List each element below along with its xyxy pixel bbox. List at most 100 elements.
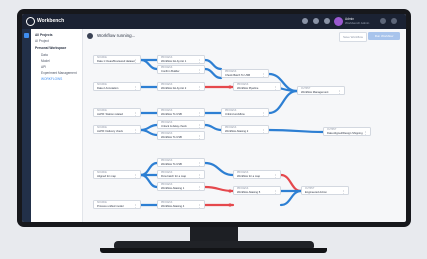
node-name: ALPR: Station related: [97, 113, 123, 117]
workflow-node[interactable]: PROCESS Workflow Aliasing 5 ⋮: [233, 186, 281, 195]
node-name: Process unified model: [97, 205, 124, 209]
edge: [203, 123, 223, 132]
node-kind: PROCESS: [161, 172, 173, 174]
workflow-node[interactable]: OUTPUT Engineered Action ⋮: [301, 186, 349, 195]
node-kind: PROCESS: [161, 133, 173, 135]
node-name: Workflow Aliasing 4: [161, 205, 185, 209]
node-kind: SOURCE: [97, 84, 107, 86]
workflow-node[interactable]: SOURCE ALPR: Delivery check ⋮: [93, 125, 141, 134]
node-menu-icon[interactable]: ⋮: [134, 112, 137, 116]
node-name: Confirm Builder: [161, 70, 180, 74]
node-menu-icon[interactable]: ⋮: [198, 135, 201, 139]
node-kind: PROCESS: [237, 84, 249, 86]
node-menu-icon[interactable]: ⋮: [198, 174, 201, 178]
node-kind: SOURCE: [97, 172, 107, 174]
node-name: Flow batch for a map: [161, 175, 187, 179]
workflow-node[interactable]: PROCESS Workflow Pipeline ⋮: [233, 82, 281, 91]
node-name: Workflow Management: [301, 91, 329, 95]
node-menu-icon[interactable]: ⋮: [274, 190, 277, 194]
edge: [267, 128, 325, 134]
workflow-node[interactable]: OUTPUT Workflow Management ⋮: [297, 86, 345, 95]
workflow-node[interactable]: OUTPUT Data Aligned/Design Shipping ⋮: [323, 127, 371, 136]
node-menu-icon[interactable]: ⋮: [262, 112, 265, 116]
minimize-icon[interactable]: [380, 18, 386, 24]
app-logo-icon[interactable]: [26, 17, 35, 26]
node-name: Workflow To USB: [161, 136, 182, 140]
sidebar-item-ai-project[interactable]: AI Project: [35, 39, 49, 43]
node-name: Workflow list-by-list 1: [161, 60, 187, 64]
workflow-node[interactable]: SOURCE Aligned for map ⋮: [93, 170, 141, 179]
close-icon[interactable]: [391, 18, 397, 24]
node-name: Data 2 Annotation: [97, 87, 119, 91]
node-name: Unbind workflow: [225, 113, 245, 117]
node-menu-icon[interactable]: ⋮: [198, 162, 201, 166]
edge: [139, 161, 159, 177]
sidebar-item-personal-workspace[interactable]: Personal Workspace: [35, 46, 66, 50]
settings-icon[interactable]: [313, 18, 319, 24]
workflow-node[interactable]: PROCESS Workflow for a map ⋮: [233, 170, 281, 179]
workflow-canvas: Workflow running... Save Workflow Run Wo…: [83, 29, 406, 222]
node-menu-icon[interactable]: ⋮: [134, 204, 137, 208]
user-avatar[interactable]: [334, 17, 343, 26]
sidebar-item-api[interactable]: API: [41, 65, 46, 69]
workflow-node[interactable]: PROCESS Unbind workflow ⋮: [221, 108, 269, 117]
workflow-node[interactable]: PROCESS Workflow To USB ⋮: [157, 108, 205, 117]
edge: [203, 67, 223, 80]
node-kind: PROCESS: [237, 172, 249, 174]
node-menu-icon[interactable]: ⋮: [134, 59, 137, 63]
node-menu-icon[interactable]: ⋮: [364, 131, 367, 135]
workflow-node[interactable]: PROCESS Flow batch for a map ⋮: [157, 170, 205, 179]
node-name: Engineered Action: [305, 191, 327, 195]
monitor-stand-neck: [190, 227, 238, 241]
node-menu-icon[interactable]: ⋮: [342, 190, 345, 194]
workflow-node[interactable]: PROCESS Workflow list-by-list 2 ⋮: [157, 82, 205, 91]
workflow-node[interactable]: PROCESS Workflow Aliasing 1 ⋮: [157, 182, 205, 191]
node-menu-icon[interactable]: ⋮: [274, 86, 277, 90]
workflow-node[interactable]: PROCESS Workflow To USB ⋮: [157, 158, 205, 167]
node-kind: PROCESS: [161, 184, 173, 186]
workflow-node[interactable]: PROCESS Check Batch To USB ⋮: [221, 69, 269, 78]
node-kind: PROCESS: [237, 188, 249, 190]
node-name: Workflow list-by-list 2: [161, 87, 187, 91]
sidebar-item-all-projects[interactable]: All Projects: [35, 33, 53, 37]
node-name: Check Batch To USB: [225, 74, 251, 78]
node-menu-icon[interactable]: ⋮: [198, 124, 201, 128]
node-kind: PROCESS: [161, 84, 173, 86]
node-menu-icon[interactable]: ⋮: [274, 174, 277, 178]
edge: [203, 58, 223, 71]
workflow-node[interactable]: PROCESS Workflow Aliasing 2 ⋮: [221, 125, 269, 134]
sidebar-item-workflows[interactable]: WORKFLOWS: [41, 77, 62, 81]
node-menu-icon[interactable]: ⋮: [134, 129, 137, 133]
workflow-node[interactable]: PROCESS Confirm Builder ⋮: [157, 65, 205, 74]
monitor-frame: Workbench Admin Workbench Admin All Proj…: [17, 9, 411, 227]
node-menu-icon[interactable]: ⋮: [198, 204, 201, 208]
sidebar-item-model[interactable]: Model: [41, 59, 50, 63]
sidebar: All Projects AI Project Personal Workspa…: [31, 29, 83, 222]
sidebar-item-data[interactable]: Data: [41, 53, 48, 57]
top-bar: Workbench Admin Workbench Admin: [22, 14, 406, 29]
node-menu-icon[interactable]: ⋮: [134, 86, 137, 90]
node-menu-icon[interactable]: ⋮: [198, 69, 201, 73]
notifications-icon[interactable]: [324, 18, 330, 24]
node-menu-icon[interactable]: ⋮: [198, 59, 201, 63]
workflow-node[interactable]: PROCESS Workflow Aliasing 4 ⋮: [157, 200, 205, 209]
node-menu-icon[interactable]: ⋮: [198, 186, 201, 190]
node-menu-icon[interactable]: ⋮: [198, 86, 201, 90]
workflow-node[interactable]: SOURCE ALPR: Station related ⋮: [93, 108, 141, 117]
node-menu-icon[interactable]: ⋮: [262, 73, 265, 77]
workflow-node[interactable]: PROCESS Workflow list-by-list 1 ⋮: [157, 55, 205, 64]
node-menu-icon[interactable]: ⋮: [198, 112, 201, 116]
workflow-node[interactable]: SOURCE Data 2 Annotation ⋮: [93, 82, 141, 91]
node-name: Aligned for map: [97, 175, 116, 179]
workflow-node[interactable]: PROCESS Workflow To USB ⋮: [157, 131, 205, 140]
workflow-node[interactable]: SOURCE Process unified model ⋮: [93, 200, 141, 209]
edge: [279, 189, 303, 207]
node-menu-icon[interactable]: ⋮: [262, 129, 265, 133]
help-icon[interactable]: [302, 18, 308, 24]
workflow-node[interactable]: PROCESS Unlock & delay check ⋮: [157, 120, 205, 129]
workflow-node[interactable]: SOURCE Data 1 Clean/Reviewed dataset ⋮: [93, 55, 141, 64]
node-menu-icon[interactable]: ⋮: [338, 90, 341, 94]
workflow-nav-icon[interactable]: [24, 33, 29, 38]
node-menu-icon[interactable]: ⋮: [134, 174, 137, 178]
sidebar-item-experiments[interactable]: Experiment Management: [41, 71, 77, 75]
